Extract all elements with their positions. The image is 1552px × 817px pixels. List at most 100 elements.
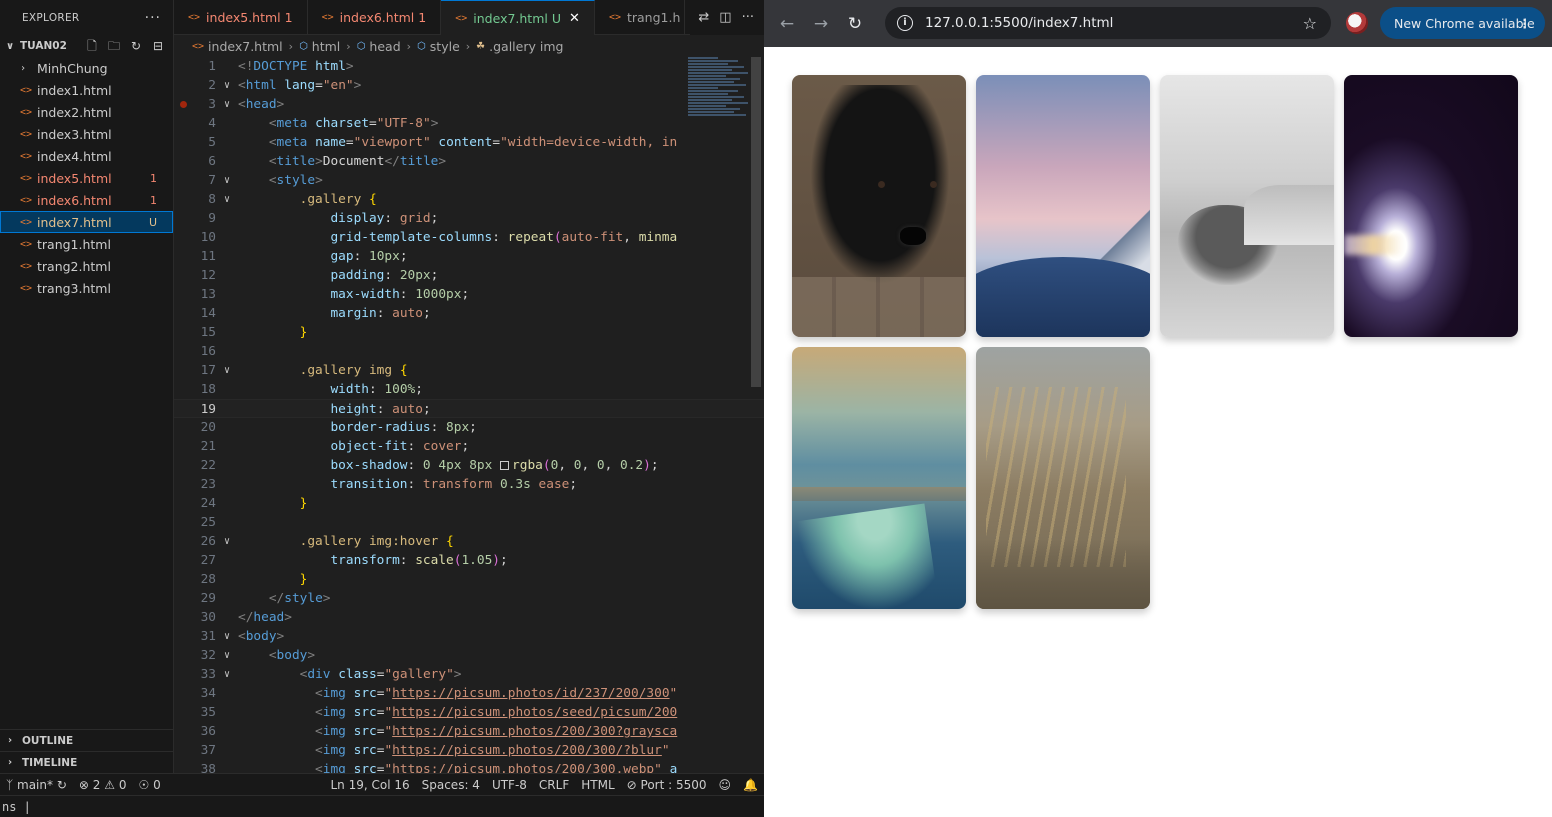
editor-tab[interactable]: <> index7.html U ✕ xyxy=(441,0,595,35)
back-arrow-icon[interactable]: ← xyxy=(770,7,804,41)
forward-arrow-icon[interactable]: → xyxy=(804,7,838,41)
code-line[interactable]: 34 <img src="https://picsum.photos/id/23… xyxy=(174,684,764,703)
code-line[interactable]: 23 transition: transform 0.3s ease; xyxy=(174,475,764,494)
close-icon[interactable]: ✕ xyxy=(569,11,580,26)
timeline-section[interactable]: › TIMELINE xyxy=(0,751,173,773)
code-line[interactable]: 38 <img src="https://picsum.photos/200/3… xyxy=(174,760,764,773)
code-line[interactable]: 16 xyxy=(174,342,764,361)
code-line[interactable]: 13 max-width: 1000px; xyxy=(174,285,764,304)
code-line[interactable]: 21 object-fit: cover; xyxy=(174,437,764,456)
code-line[interactable]: 5 <meta name="viewport" content="width=d… xyxy=(174,133,764,152)
fold-chevron-icon[interactable]: ∨ xyxy=(216,627,238,646)
file-item[interactable]: <> trang2.html xyxy=(0,255,173,277)
photo-sea-wake[interactable] xyxy=(792,347,966,609)
indentation[interactable]: Spaces: 4 xyxy=(416,778,486,792)
new-folder-icon[interactable]: 🗀 xyxy=(107,39,121,53)
code-line[interactable]: 8 ∨ .gallery { xyxy=(174,190,764,209)
profile-avatar[interactable] xyxy=(1346,12,1368,34)
compare-changes-icon[interactable]: ⇄ xyxy=(698,10,709,25)
fold-chevron-icon[interactable]: ∨ xyxy=(216,532,238,551)
more-actions-icon[interactable]: ··· xyxy=(145,10,161,26)
code-line[interactable]: 9 display: grid; xyxy=(174,209,764,228)
address-bar[interactable]: i 127.0.0.1:5500/index7.html ☆ xyxy=(885,7,1331,39)
code-line[interactable]: 19 height: auto; xyxy=(174,399,764,418)
code-line[interactable]: 33 ∨ <div class="gallery"> xyxy=(174,665,764,684)
end-of-line[interactable]: CRLF xyxy=(533,778,575,792)
workspace-folder[interactable]: ∨ TUAN02 🗋 🗀 ↻ ⊟ xyxy=(0,35,173,57)
file-item[interactable]: <> trang3.html xyxy=(0,277,173,299)
breadcrumb-item[interactable]: style xyxy=(430,39,460,54)
split-editor-icon[interactable]: ◫ xyxy=(719,10,731,25)
language-mode[interactable]: HTML xyxy=(575,778,620,792)
code-line[interactable]: 25 xyxy=(174,513,764,532)
file-item[interactable]: <> trang1.html xyxy=(0,233,173,255)
fold-chevron-icon[interactable]: ∨ xyxy=(216,190,238,209)
code-line[interactable]: 36 <img src="https://picsum.photos/200/3… xyxy=(174,722,764,741)
terminal-strip[interactable]: ns | xyxy=(0,795,764,817)
file-item[interactable]: <> index5.html 1 xyxy=(0,167,173,189)
code-line[interactable]: 32 ∨ <body> xyxy=(174,646,764,665)
reload-icon[interactable]: ↻ xyxy=(838,7,872,41)
code-line[interactable]: 4 <meta charset="UTF-8"> xyxy=(174,114,764,133)
folder-item[interactable]: › MinhChung xyxy=(0,57,173,79)
code-line[interactable]: 30 </head> xyxy=(174,608,764,627)
editor-tab[interactable]: <> index6.html 1 xyxy=(308,0,442,35)
code-line[interactable]: 27 transform: scale(1.05); xyxy=(174,551,764,570)
code-line[interactable]: 26 ∨ .gallery img:hover { xyxy=(174,532,764,551)
code-line[interactable]: 15 } xyxy=(174,323,764,342)
file-item[interactable]: <> index1.html xyxy=(0,79,173,101)
file-item[interactable]: <> index3.html xyxy=(0,123,173,145)
bookmark-star-icon[interactable]: ☆ xyxy=(1303,14,1317,33)
ports-indicator[interactable]: ☉ 0 xyxy=(132,778,166,792)
breadcrumb-item[interactable]: html xyxy=(312,39,340,54)
code-line[interactable]: 28 } xyxy=(174,570,764,589)
copilot-icon[interactable]: ☺ xyxy=(713,778,738,792)
editor-scrollbar[interactable] xyxy=(751,57,761,387)
collapse-all-icon[interactable]: ⊟ xyxy=(151,39,165,53)
code-line[interactable]: 29 </style> xyxy=(174,589,764,608)
outline-section[interactable]: › OUTLINE xyxy=(0,729,173,751)
code-line[interactable]: 24 } xyxy=(174,494,764,513)
code-line[interactable]: 20 border-radius: 8px; xyxy=(174,418,764,437)
photo-blurred-light[interactable] xyxy=(1344,75,1518,337)
encoding[interactable]: UTF-8 xyxy=(486,778,533,792)
photo-yak-grayscale[interactable] xyxy=(1160,75,1334,337)
code-line[interactable]: 6 <title>Document</title> xyxy=(174,152,764,171)
breadcrumb-item[interactable]: index7.html xyxy=(208,39,283,54)
code-line[interactable]: 22 box-shadow: 0 4px 8px rgba(0, 0, 0, 0… xyxy=(174,456,764,475)
bell-icon[interactable]: 🔔 xyxy=(737,778,764,792)
cursor-position[interactable]: Ln 19, Col 16 xyxy=(324,778,415,792)
code-line[interactable]: 37 <img src="https://picsum.photos/200/3… xyxy=(174,741,764,760)
problems-indicator[interactable]: ⊗ 2 ⚠ 0 xyxy=(73,778,133,792)
source-control-branch[interactable]: ᛉ main* ↻ xyxy=(0,778,73,792)
fold-chevron-icon[interactable]: ∨ xyxy=(216,76,238,95)
minimap[interactable] xyxy=(688,57,752,147)
fold-chevron-icon[interactable]: ∨ xyxy=(216,665,238,684)
fold-chevron-icon[interactable]: ∨ xyxy=(216,646,238,665)
code-line[interactable]: 35 <img src="https://picsum.photos/seed/… xyxy=(174,703,764,722)
file-item[interactable]: <> index4.html xyxy=(0,145,173,167)
code-line[interactable]: 3 ∨ <head> xyxy=(174,95,764,114)
refresh-icon[interactable]: ↻ xyxy=(129,39,143,53)
file-item[interactable]: <> index7.html U xyxy=(0,211,173,233)
photo-wheat-field[interactable] xyxy=(976,347,1150,609)
new-chrome-available-button[interactable]: New Chrome available ⋮ xyxy=(1380,7,1545,39)
breakpoint-dot[interactable] xyxy=(180,101,187,108)
editor-tab[interactable]: <> trang1.h xyxy=(595,0,686,35)
more-actions-icon[interactable]: ··· xyxy=(742,10,754,25)
fold-chevron-icon[interactable]: ∨ xyxy=(216,171,238,190)
code-line[interactable]: 2 ∨ <html lang="en"> xyxy=(174,76,764,95)
code-line[interactable]: 11 gap: 10px; xyxy=(174,247,764,266)
photo-puppy[interactable] xyxy=(792,75,966,337)
breadcrumb-item[interactable]: .gallery img xyxy=(489,39,563,54)
fold-chevron-icon[interactable]: ∨ xyxy=(216,95,238,114)
fold-chevron-icon[interactable]: ∨ xyxy=(216,361,238,380)
code-editor[interactable]: 1 <!DOCTYPE html> 2 ∨ <html lang="en"> 3 ∨ <hea… xyxy=(174,57,764,773)
sync-icon[interactable]: ↻ xyxy=(57,778,67,792)
code-line[interactable]: 14 margin: auto; xyxy=(174,304,764,323)
code-line[interactable]: 31 ∨ <body> xyxy=(174,627,764,646)
code-line[interactable]: 17 ∨ .gallery img { xyxy=(174,361,764,380)
editor-tab[interactable]: <> index5.html 1 xyxy=(174,0,308,35)
code-line[interactable]: 12 padding: 20px; xyxy=(174,266,764,285)
new-file-icon[interactable]: 🗋 xyxy=(85,39,99,53)
